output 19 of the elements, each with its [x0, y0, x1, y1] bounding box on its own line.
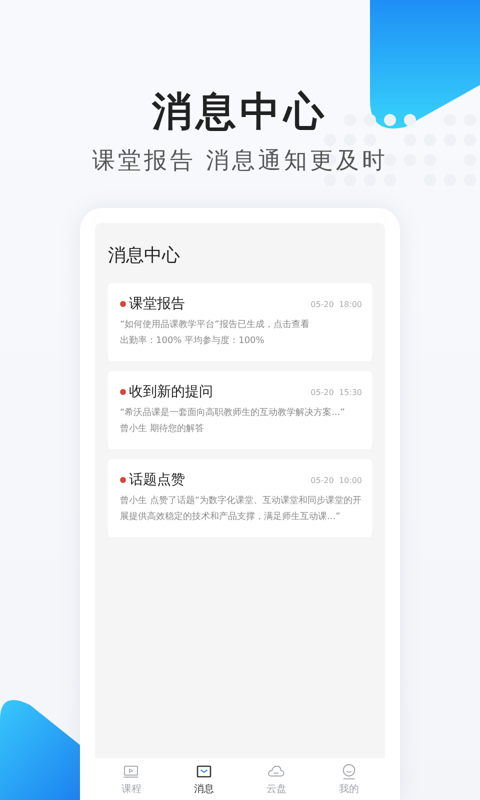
envelope-icon: [194, 762, 213, 780]
subtitle: 课堂报告 消息通知更及时: [92, 147, 388, 176]
message-text: 曾小生 期待您的解答: [120, 422, 205, 436]
message-text: 出勤率：100% 平均参与度：100%: [120, 334, 266, 348]
message-time: 05-20 15:30: [310, 388, 362, 396]
screen-title: 消息中心: [108, 245, 180, 267]
message-time: 05-20 18:00: [310, 300, 362, 308]
message-title: 收到新的提问: [129, 383, 213, 401]
message-card[interactable]: 课堂报告 05-20 18:00 “如何使用品课教学平台”报告已生成，点击查看 出勤率：100% 平均参与度：100%: [108, 283, 372, 361]
message-text: 曾小生 点赞了话题“为数字化课堂、互动课堂和同步课堂的开展提供高效稳定的技术和产品支撑，满足师生互动课...”: [120, 494, 362, 524]
message-title: 话题点赞: [129, 471, 185, 489]
message-time: 05-20 10:00: [310, 476, 362, 484]
message-text: “希沃品课是一套面向高职教师生的互动教学解决方案...”: [120, 406, 346, 420]
message-card[interactable]: 话题点赞 05-20 10:00 曾小生 点赞了话题“为数字化课堂、互动课堂和同步课堂的开展提供高效稳定的技术和产品支撑，满足师生互动课...”: [108, 459, 372, 537]
message-title: 课堂报告: [129, 295, 185, 313]
message-card[interactable]: 收到新的提问 05-20 15:30 “希沃品课是一套面向高职教师生的互动教学解决方案...” 曾小生 期待您的解答: [108, 371, 372, 449]
headline: 消息中心: [152, 88, 328, 137]
message-text: “如何使用品课教学平台”报告已生成，点击查看: [120, 318, 310, 332]
tab[interactable]: 消息: [168, 758, 240, 800]
